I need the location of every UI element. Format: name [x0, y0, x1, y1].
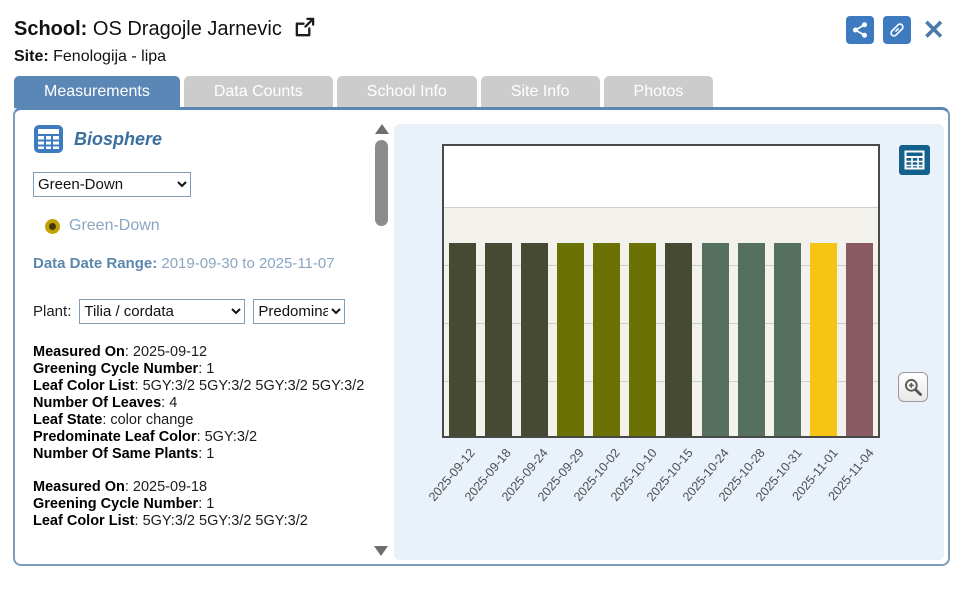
- scrollbar-thumb[interactable]: [375, 140, 388, 226]
- measurement-entry: Measured On: 2025-09-18Greening Cycle Nu…: [33, 479, 377, 530]
- site-title: Site: Fenologija - lipa: [14, 48, 166, 66]
- measurement-field: Measured On: 2025-09-18: [33, 479, 377, 496]
- tab-photos[interactable]: Photos: [604, 76, 714, 108]
- bar-2025-11-04[interactable]: [846, 243, 873, 436]
- data-date-range: Data Date Range: 2019-09-30 to 2025-11-0…: [33, 251, 373, 277]
- date-range-value: 2019-09-30 to 2025-11-07: [161, 255, 334, 272]
- bar-2025-10-02[interactable]: [593, 243, 620, 436]
- zoom-in-button[interactable]: [898, 372, 928, 402]
- table-icon: [904, 150, 925, 170]
- scroll-down-icon[interactable]: [374, 546, 388, 556]
- site-label: Site:: [14, 48, 49, 65]
- measurement-field: Number Of Leaves: 4: [33, 395, 377, 412]
- measurement-field: Leaf Color List: 5GY:3/2 5GY:3/2 5GY:3/2…: [33, 378, 377, 395]
- share-button[interactable]: [846, 16, 874, 44]
- protocol-select[interactable]: Green-Down: [33, 172, 191, 197]
- measurement-field: Greening Cycle Number: 1: [33, 496, 377, 513]
- measurement-entry: Measured On: 2025-09-12Greening Cycle Nu…: [33, 344, 377, 463]
- tab-content: Biosphere Green-Down Green-Down Data Dat…: [13, 107, 950, 566]
- school-title: School: OS Dragojle Jarnevic: [14, 16, 316, 45]
- magnifier-plus-icon: [903, 377, 923, 397]
- bar-2025-11-01[interactable]: [810, 243, 837, 436]
- site-name: Fenologija - lipa: [53, 48, 166, 65]
- legend-label: Green-Down: [69, 217, 160, 235]
- close-icon[interactable]: ✕: [922, 17, 945, 43]
- measurement-field: Leaf Color List: 5GY:3/2 5GY:3/2 5GY:3/2: [33, 513, 377, 530]
- bar-2025-09-29[interactable]: [557, 243, 584, 436]
- bar-2025-10-28[interactable]: [738, 243, 765, 436]
- measurement-list[interactable]: Biosphere Green-Down Green-Down Data Dat…: [15, 110, 377, 562]
- bar-2025-09-24[interactable]: [521, 243, 548, 436]
- tab-school-info[interactable]: School Info: [337, 76, 477, 108]
- bar-2025-09-18[interactable]: [485, 243, 512, 436]
- measurement-field: Measured On: 2025-09-12: [33, 344, 377, 361]
- bar-2025-10-24[interactable]: [702, 243, 729, 436]
- site-popup: School: OS Dragojle Jarnevic Site: Fenol…: [0, 0, 967, 592]
- legend-item-green-down[interactable]: Green-Down: [45, 217, 371, 235]
- date-range-label: Data Date Range:: [33, 255, 157, 272]
- bar-2025-10-10[interactable]: [629, 243, 656, 436]
- chart-panel: Leaf Color 2025-09-122025-09-182025-09-2…: [394, 124, 944, 560]
- chart-data-table-button[interactable]: [899, 145, 930, 175]
- bar-2025-10-15[interactable]: [665, 243, 692, 436]
- tab-data-counts[interactable]: Data Counts: [184, 76, 333, 108]
- edit-button[interactable]: [883, 16, 911, 44]
- measurement-field: Number Of Same Plants: 1: [33, 446, 377, 463]
- section-title: Biosphere: [74, 129, 162, 150]
- plant-select[interactable]: Tilia / cordata: [79, 299, 245, 324]
- list-scrollbar[interactable]: [373, 124, 390, 556]
- measurement-field: Leaf State: color change: [33, 412, 377, 429]
- table-icon: [33, 124, 64, 154]
- external-link-icon[interactable]: [293, 16, 316, 45]
- scroll-up-icon[interactable]: [375, 124, 389, 134]
- plant-label: Plant:: [33, 303, 71, 320]
- bar-2025-10-31[interactable]: [774, 243, 801, 436]
- measure-type-select[interactable]: Predomina: [253, 299, 345, 324]
- measurement-field: Greening Cycle Number: 1: [33, 361, 377, 378]
- school-label: School:: [14, 18, 87, 40]
- leaf-color-chart[interactable]: [442, 144, 880, 438]
- measurement-field: Predominate Leaf Color: 5GY:3/2: [33, 429, 377, 446]
- school-name: OS Dragojle Jarnevic: [93, 18, 282, 40]
- tab-site-info[interactable]: Site Info: [481, 76, 600, 108]
- green-down-marker-icon: [45, 219, 60, 234]
- tab-bar: MeasurementsData CountsSchool InfoSite I…: [14, 76, 713, 108]
- bar-2025-09-12[interactable]: [449, 243, 476, 436]
- edit-icon: [888, 21, 906, 39]
- share-icon: [851, 21, 869, 39]
- tab-measurements[interactable]: Measurements: [14, 76, 180, 108]
